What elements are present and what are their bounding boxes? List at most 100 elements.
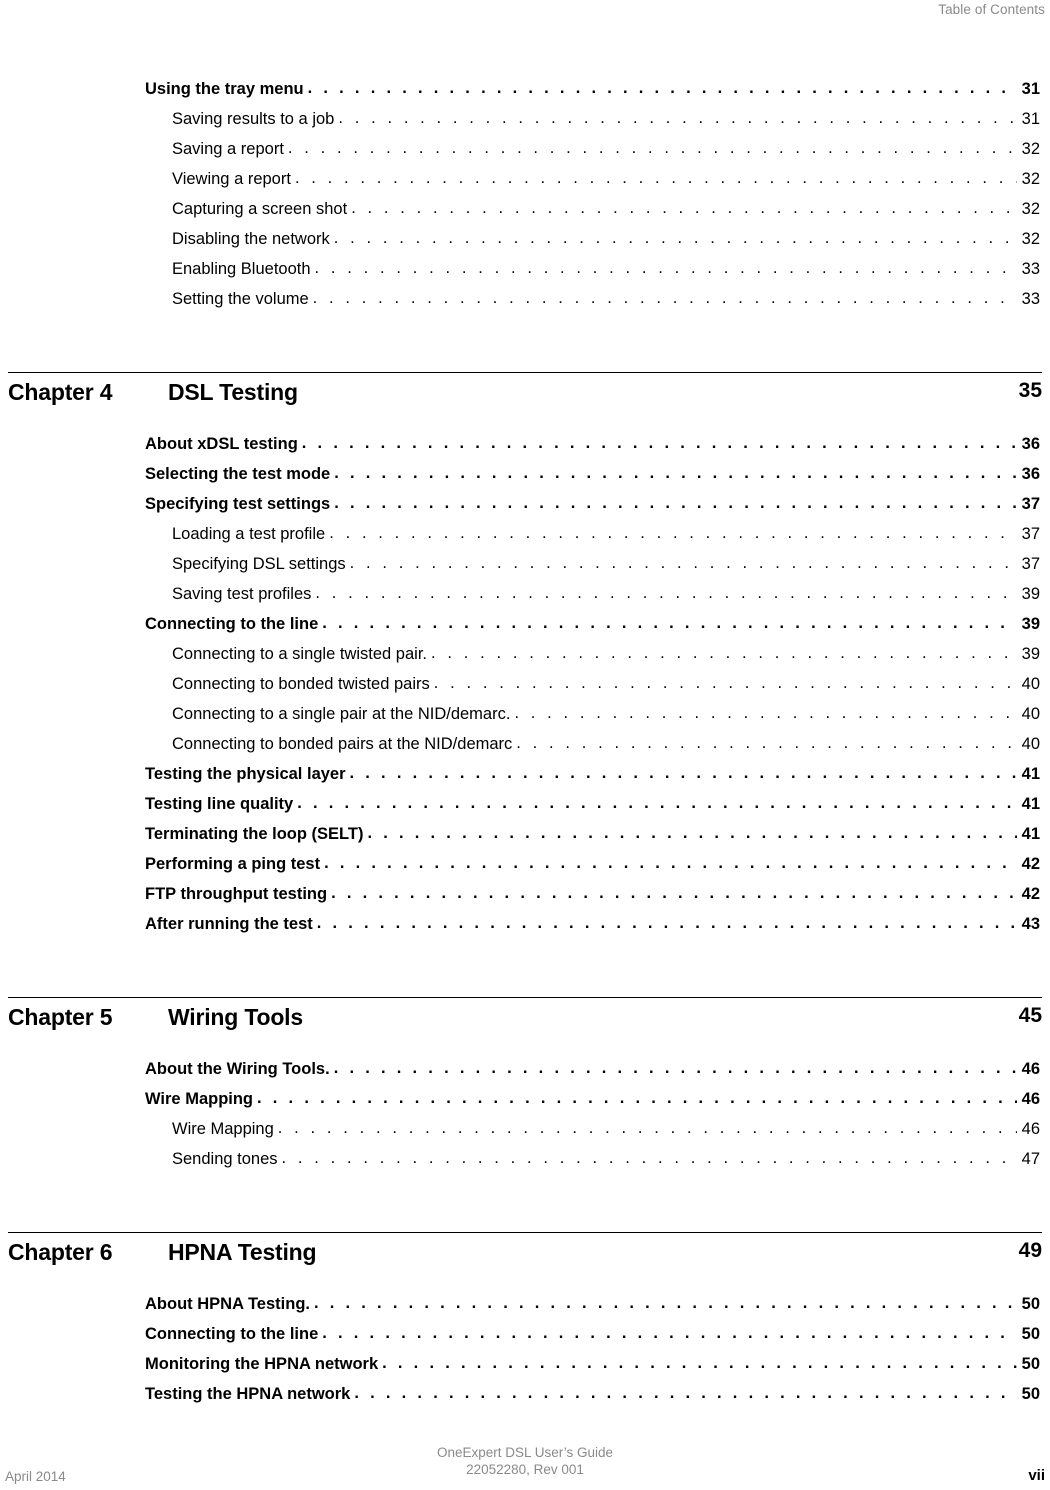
chapter-heading[interactable]: Chapter 5 Wiring Tools 45: [8, 997, 1042, 1038]
toc-entry-label: About xDSL testing: [145, 435, 298, 453]
toc-leader-dots: . . . . . . . . . . . . . . . . . . . . …: [322, 1325, 1017, 1342]
toc-entry[interactable]: Testing the HPNA network. . . . . . . . …: [0, 1385, 1050, 1415]
toc-leader-dots: . . . . . . . . . . . . . . . . . . . . …: [277, 1120, 1017, 1137]
toc-entry[interactable]: Connecting to bonded twisted pairs. . . …: [0, 675, 1050, 705]
chapter-heading[interactable]: Chapter 4 DSL Testing 35: [8, 372, 1042, 413]
toc-leader-dots: . . . . . . . . . . . . . . . . . . . . …: [312, 290, 1017, 307]
toc-entry[interactable]: Capturing a screen shot. . . . . . . . .…: [0, 200, 1050, 230]
toc-entry[interactable]: Wire Mapping. . . . . . . . . . . . . . …: [0, 1090, 1050, 1120]
toc-leader-dots: . . . . . . . . . . . . . . . . . . . . …: [516, 735, 1017, 752]
toc-entry[interactable]: Connecting to a single twisted pair.. . …: [0, 645, 1050, 675]
toc-entry[interactable]: Selecting the test mode. . . . . . . . .…: [0, 465, 1050, 495]
toc-leader-dots: . . . . . . . . . . . . . . . . . . . . …: [314, 260, 1017, 277]
footer-doc-number: 22052280, Rev 001: [466, 1462, 584, 1477]
toc-entry[interactable]: Monitoring the HPNA network. . . . . . .…: [0, 1355, 1050, 1385]
toc-leader-dots: . . . . . . . . . . . . . . . . . . . . …: [331, 885, 1017, 902]
toc-entry-label: Disabling the network: [172, 230, 330, 248]
toc-entry[interactable]: Performing a ping test. . . . . . . . . …: [0, 855, 1050, 885]
toc-entry[interactable]: Terminating the loop (SELT). . . . . . .…: [0, 825, 1050, 855]
toc-entry[interactable]: After running the test. . . . . . . . . …: [0, 915, 1050, 945]
toc-entry-label: Performing a ping test: [145, 855, 321, 873]
toc-leader-dots: . . . . . . . . . . . . . . . . . . . . …: [349, 555, 1017, 572]
toc-leader-dots: . . . . . . . . . . . . . . . . . . . . …: [354, 1385, 1017, 1402]
toc-entry-label: Connecting to bonded twisted pairs: [172, 675, 430, 693]
toc-leader-dots: . . . . . . . . . . . . . . . . . . . . …: [349, 765, 1017, 782]
toc-entry-page-number: 42: [1021, 885, 1040, 903]
toc-entry[interactable]: Loading a test profile. . . . . . . . . …: [0, 525, 1050, 555]
toc-group: About HPNA Testing. . . . . . . . . . . .…: [0, 1295, 1050, 1415]
toc-entry-page-number: 39: [1021, 645, 1040, 663]
heading-spacer: [0, 1273, 1050, 1295]
toc-entry[interactable]: Saving results to a job. . . . . . . . .…: [0, 110, 1050, 140]
toc-entry-label: Connecting to a single twisted pair.: [172, 645, 427, 663]
toc-entry-page-number: 42: [1021, 855, 1040, 873]
toc-entry[interactable]: Disabling the network. . . . . . . . . .…: [0, 230, 1050, 260]
toc-entry[interactable]: Saving test profiles. . . . . . . . . . …: [0, 585, 1050, 615]
toc-entry[interactable]: Specifying DSL settings. . . . . . . . .…: [0, 555, 1050, 585]
toc-entry[interactable]: Testing the physical layer. . . . . . . …: [0, 765, 1050, 795]
toc-entry[interactable]: FTP throughput testing. . . . . . . . . …: [0, 885, 1050, 915]
toc-entry[interactable]: Connecting to a single pair at the NID/d…: [0, 705, 1050, 735]
toc-leader-dots: . . . . . . . . . . . . . . . . . . . . …: [338, 110, 1017, 127]
toc-leader-dots: . . . . . . . . . . . . . . . . . . . . …: [334, 465, 1017, 482]
toc-entry-label: FTP throughput testing: [145, 885, 328, 903]
toc-group: About the Wiring Tools.. . . . . . . . .…: [0, 1060, 1050, 1180]
toc-entry[interactable]: About HPNA Testing.. . . . . . . . . . .…: [0, 1295, 1050, 1325]
toc-entry[interactable]: Wire Mapping. . . . . . . . . . . . . . …: [0, 1120, 1050, 1150]
toc-entry[interactable]: Using the tray menu. . . . . . . . . . .…: [0, 80, 1050, 110]
toc-entry-label: Connecting to bonded pairs at the NID/de…: [172, 735, 513, 753]
toc-leader-dots: . . . . . . . . . . . . . . . . . . . . …: [333, 1060, 1017, 1077]
toc-entry[interactable]: Testing line quality. . . . . . . . . . …: [0, 795, 1050, 825]
chapter-page-number: 45: [1018, 1004, 1042, 1027]
toc-entry[interactable]: Specifying test settings. . . . . . . . …: [0, 495, 1050, 525]
heading-spacer: [0, 413, 1050, 435]
toc-entry-label: About HPNA Testing.: [145, 1295, 310, 1313]
toc-entry-label: Setting the volume: [172, 290, 309, 308]
toc-entry[interactable]: Connecting to bonded pairs at the NID/de…: [0, 735, 1050, 765]
toc-entry[interactable]: About xDSL testing. . . . . . . . . . . …: [0, 435, 1050, 465]
toc-entry[interactable]: Setting the volume. . . . . . . . . . . …: [0, 290, 1050, 320]
toc-entry[interactable]: Connecting to the line. . . . . . . . . …: [0, 615, 1050, 645]
toc-entry-label: Testing the physical layer: [145, 765, 346, 783]
toc-entry-label: Saving results to a job: [172, 110, 335, 128]
toc-entry[interactable]: Sending tones. . . . . . . . . . . . . .…: [0, 1150, 1050, 1180]
toc-entry-label: Wire Mapping: [172, 1120, 274, 1138]
running-header: Table of Contents: [0, 0, 1045, 17]
toc-leader-dots: . . . . . . . . . . . . . . . . . . . . …: [294, 170, 1017, 187]
toc-leader-dots: . . . . . . . . . . . . . . . . . . . . …: [301, 435, 1017, 452]
toc-entry-label: Connecting to the line: [145, 1325, 319, 1343]
footer-center-block: OneExpert DSL User’s Guide 22052280, Rev…: [0, 1444, 1050, 1478]
toc-leader-dots: . . . . . . . . . . . . . . . . . . . . …: [382, 1355, 1017, 1372]
toc-entry-label: Capturing a screen shot: [172, 200, 348, 218]
chapter-number: Chapter 5: [8, 1004, 113, 1030]
toc-leader-dots: . . . . . . . . . . . . . . . . . . . . …: [281, 1150, 1017, 1167]
chapter-page-number: 49: [1018, 1239, 1042, 1262]
toc-entry[interactable]: Viewing a report. . . . . . . . . . . . …: [0, 170, 1050, 200]
chapter-heading[interactable]: Chapter 6 HPNA Testing 49: [8, 1232, 1042, 1273]
toc-entry-label: Enabling Bluetooth: [172, 260, 311, 278]
toc-entry[interactable]: Saving a report. . . . . . . . . . . . .…: [0, 140, 1050, 170]
toc-entry-page-number: 41: [1021, 765, 1040, 783]
toc-leader-dots: . . . . . . . . . . . . . . . . . . . . …: [433, 675, 1017, 692]
toc-entry-label: Testing the HPNA network: [145, 1385, 351, 1403]
toc-entry-label: Monitoring the HPNA network: [145, 1355, 379, 1373]
toc-entry-label: Loading a test profile: [172, 525, 326, 543]
toc-leader-dots: . . . . . . . . . . . . . . . . . . . . …: [297, 795, 1017, 812]
toc-entry-label: Saving test profiles: [172, 585, 312, 603]
toc-leader-dots: . . . . . . . . . . . . . . . . . . . . …: [316, 915, 1017, 932]
toc-entry[interactable]: Enabling Bluetooth. . . . . . . . . . . …: [0, 260, 1050, 290]
chapter-title: HPNA Testing: [168, 1239, 317, 1265]
toc-group: Using the tray menu . . . . . . . . . . .…: [0, 80, 1050, 320]
toc-entry-label: Using the tray menu: [145, 80, 304, 98]
toc-leader-dots: . . . . . . . . . . . . . . . . . . . . …: [431, 645, 1017, 662]
toc-leader-dots: . . . . . . . . . . . . . . . . . . . . …: [334, 495, 1017, 512]
toc-group: About xDSL testing. . . . . . . . . . . …: [0, 435, 1050, 945]
toc-entry-page-number: 32: [1021, 170, 1040, 188]
toc-entry[interactable]: Connecting to the line. . . . . . . . . …: [0, 1325, 1050, 1355]
toc-entry[interactable]: About the Wiring Tools.. . . . . . . . .…: [0, 1060, 1050, 1090]
chapter-title: DSL Testing: [168, 379, 298, 405]
toc-entry-page-number: 50: [1021, 1385, 1040, 1403]
footer-page-number: vii: [1028, 1467, 1045, 1484]
